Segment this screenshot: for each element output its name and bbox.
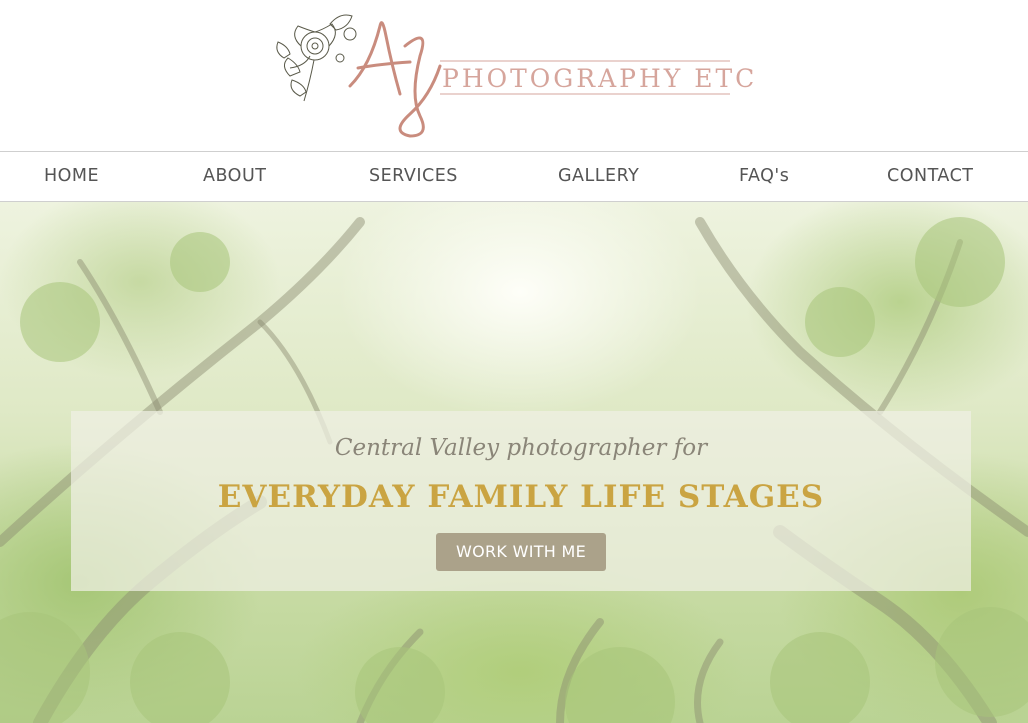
work-with-me-button[interactable]: WORK WITH ME bbox=[436, 533, 606, 571]
nav-item-home[interactable]: HOME bbox=[44, 166, 99, 186]
site-logo[interactable]: PHOTOGRAPHY ETC bbox=[270, 6, 754, 142]
hero-tagline: Central Valley photographer for bbox=[334, 435, 708, 461]
nav-item-faqs[interactable]: FAQ's bbox=[739, 166, 789, 186]
nav-item-about[interactable]: ABOUT bbox=[203, 166, 266, 186]
hero-headline: EVERYDAY FAMILY LIFE STAGES bbox=[217, 479, 825, 515]
hero-banner: Central Valley photographer for EVERYDAY… bbox=[71, 411, 971, 591]
main-nav: HOME ABOUT SERVICES GALLERY FAQ's CONTAC… bbox=[0, 151, 1028, 202]
hero-section: Central Valley photographer for EVERYDAY… bbox=[0, 202, 1028, 723]
logo-wordmark: PHOTOGRAPHY ETC bbox=[442, 64, 758, 93]
nav-item-contact[interactable]: CONTACT bbox=[887, 166, 974, 186]
site-header: PHOTOGRAPHY ETC bbox=[0, 0, 1028, 151]
nav-item-services[interactable]: SERVICES bbox=[369, 166, 458, 186]
nav-item-gallery[interactable]: GALLERY bbox=[558, 166, 639, 186]
